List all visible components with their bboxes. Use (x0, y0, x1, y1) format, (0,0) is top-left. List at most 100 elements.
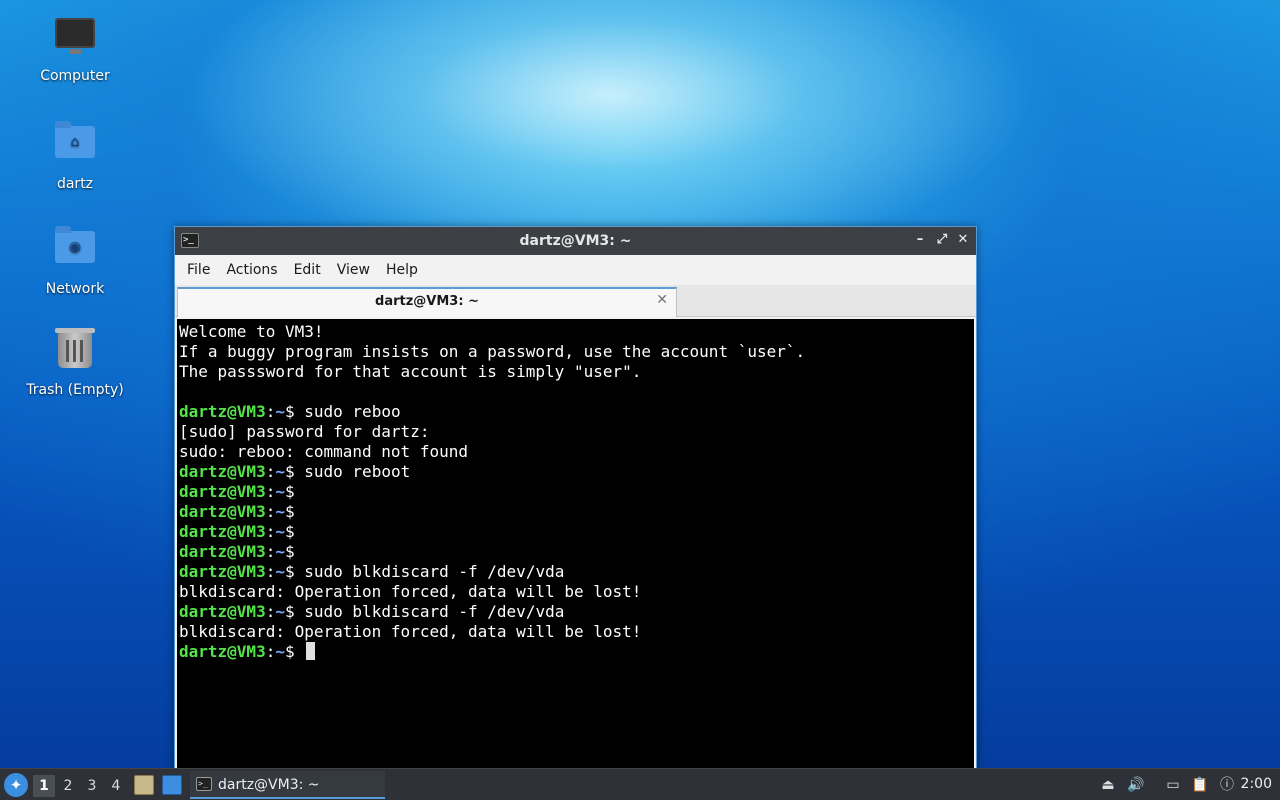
prompt-symbol: $ (284, 602, 295, 621)
maximize-button[interactable]: ⤢ (933, 231, 951, 249)
tab-title: dartz@VM3: ~ (375, 294, 479, 309)
prompt-separator: : (265, 522, 276, 541)
terminal-output-line: blkdiscard: Operation forced, data will … (179, 622, 642, 641)
desktop-icon-label: Network (45, 281, 105, 297)
desktop-icon-network[interactable]: ◉ Network (20, 225, 130, 297)
tab-bar: dartz@VM3: ~ ✕ (175, 285, 976, 317)
home-folder-icon: ⌂ (53, 121, 97, 170)
prompt-symbol: $ (284, 562, 295, 581)
volume-icon[interactable]: 🔊 (1126, 775, 1146, 795)
menu-edit[interactable]: Edit (286, 262, 329, 278)
menu-actions[interactable]: Actions (218, 262, 285, 278)
menu-bar: File Actions Edit View Help (175, 255, 976, 285)
prompt-separator: : (265, 562, 276, 581)
desktop-icon-home-folder[interactable]: ⌂ dartz (20, 120, 130, 192)
desktop-icon-computer[interactable]: Computer (20, 14, 130, 84)
prompt-user: dartz@VM3 (179, 402, 266, 421)
eject-icon[interactable]: ⏏ (1098, 775, 1118, 795)
terminal-output-line: [sudo] password for dartz: (179, 422, 430, 441)
terminal-output-line: The passsword for that account is simply… (179, 362, 642, 381)
taskbar: ✦ 1 2 3 4 >_ dartz@VM3: ~ ⏏ 🔊 ▭ 📋 ⓘ 2:00 (0, 768, 1280, 800)
prompt-symbol: $ (284, 542, 295, 561)
prompt-separator: : (265, 642, 276, 661)
terminal-prompt-line: dartz@VM3:~$ (179, 502, 972, 522)
command-text: sudo reboo (294, 402, 401, 421)
desktop-switcher-2[interactable]: 2 (57, 775, 79, 797)
prompt-path: ~ (275, 502, 285, 521)
menu-view[interactable]: View (329, 262, 378, 278)
tab-terminal[interactable]: dartz@VM3: ~ ✕ (177, 287, 677, 317)
terminal-output-line: Welcome to VM3! (179, 322, 324, 341)
terminal-prompt-line: dartz@VM3:~$ sudo reboo (179, 402, 972, 422)
prompt-user: dartz@VM3 (179, 642, 266, 661)
command-text: sudo blkdiscard -f /dev/vda (294, 562, 565, 581)
prompt-user: dartz@VM3 (179, 482, 266, 501)
window-title: dartz@VM3: ~ (519, 233, 632, 249)
prompt-user: dartz@VM3 (179, 562, 266, 581)
network-folder-icon: ◉ (53, 226, 97, 275)
menu-help[interactable]: Help (378, 262, 426, 278)
prompt-separator: : (265, 462, 276, 481)
minimize-button[interactable]: – (911, 231, 929, 249)
terminal-prompt-line: dartz@VM3:~$ (179, 482, 972, 502)
prompt-symbol: $ (284, 522, 295, 541)
desktop-switcher-1[interactable]: 1 (33, 775, 55, 797)
prompt-path: ~ (275, 482, 285, 501)
close-button[interactable]: ✕ (954, 231, 972, 249)
prompt-path: ~ (275, 562, 285, 581)
show-desktop-icon[interactable] (162, 775, 182, 795)
prompt-path: ~ (275, 642, 285, 661)
prompt-path: ~ (275, 522, 285, 541)
computer-icon (53, 18, 97, 62)
prompt-symbol: $ (284, 402, 295, 421)
desktop-icon-label: dartz (56, 176, 94, 192)
clock[interactable]: 2:00 (1241, 776, 1272, 792)
terminal-prompt-line: dartz@VM3:~$ sudo blkdiscard -f /dev/vda (179, 602, 972, 622)
desktop-switcher-3[interactable]: 3 (81, 775, 103, 797)
clipboard-icon[interactable]: 📋 (1190, 775, 1210, 795)
prompt-separator: : (265, 402, 276, 421)
terminal-output-line: If a buggy program insists on a password… (179, 342, 806, 361)
network-status-icon[interactable]: ▭ (1163, 775, 1183, 795)
prompt-user: dartz@VM3 (179, 542, 266, 561)
terminal-output-line: sudo: reboo: command not found (179, 442, 468, 461)
application-menu-icon[interactable]: ✦ (4, 773, 28, 797)
prompt-path: ~ (275, 542, 285, 561)
prompt-symbol: $ (284, 502, 295, 521)
prompt-symbol: $ (284, 642, 295, 661)
desktop-icon-label: Computer (40, 68, 110, 84)
command-text: sudo blkdiscard -f /dev/vda (294, 602, 565, 621)
tab-close-icon[interactable]: ✕ (656, 292, 668, 308)
file-manager-launcher-icon[interactable] (134, 775, 154, 795)
prompt-symbol: $ (284, 462, 295, 481)
desktop-icon-label: Trash (Empty) (26, 382, 124, 398)
menu-file[interactable]: File (179, 262, 218, 278)
terminal-window: >_ dartz@VM3: ~ – ⤢ ✕ File Actions Edit … (174, 226, 977, 772)
prompt-separator: : (265, 482, 276, 501)
desktop-icon-trash[interactable]: Trash (Empty) (20, 328, 130, 398)
trash-icon (53, 328, 97, 376)
terminal-prompt-line: dartz@VM3:~$ sudo blkdiscard -f /dev/vda (179, 562, 972, 582)
prompt-user: dartz@VM3 (179, 502, 266, 521)
update-notifier-icon[interactable]: ⓘ (1217, 775, 1237, 795)
prompt-path: ~ (275, 462, 285, 481)
command-text: sudo reboot (294, 462, 411, 481)
terminal-prompt-line: dartz@VM3:~$ (179, 542, 972, 562)
prompt-user: dartz@VM3 (179, 522, 266, 541)
prompt-user: dartz@VM3 (179, 462, 266, 481)
terminal-output[interactable]: Welcome to VM3! If a buggy program insist… (177, 319, 974, 771)
prompt-symbol: $ (284, 482, 295, 501)
prompt-separator: : (265, 602, 276, 621)
taskbar-task-terminal[interactable]: >_ dartz@VM3: ~ (190, 771, 385, 799)
task-label: dartz@VM3: ~ (218, 777, 320, 793)
prompt-path: ~ (275, 602, 285, 621)
prompt-user: dartz@VM3 (179, 602, 266, 621)
window-titlebar[interactable]: >_ dartz@VM3: ~ – ⤢ ✕ (175, 227, 976, 255)
terminal-output-line: blkdiscard: Operation forced, data will … (179, 582, 642, 601)
terminal-cursor (306, 642, 316, 660)
prompt-path: ~ (275, 402, 285, 421)
prompt-separator: : (265, 502, 276, 521)
terminal-prompt-line: dartz@VM3:~$ (179, 522, 972, 542)
desktop-switcher-4[interactable]: 4 (105, 775, 127, 797)
